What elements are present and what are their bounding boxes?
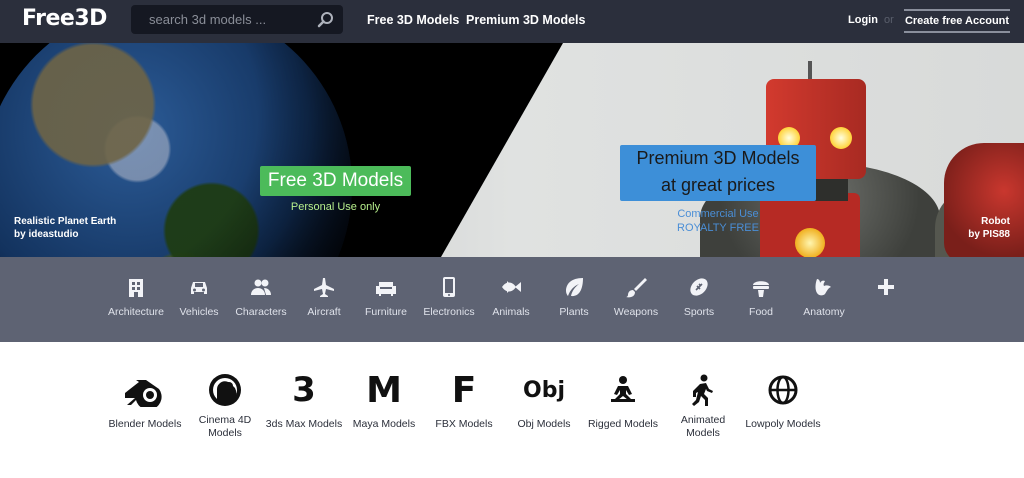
format-label: Rigged Models [587,418,659,430]
3dsmax-icon-glyph: 3 [292,370,316,410]
category-label: Animals [492,306,530,318]
format-label-line2: Models [208,427,242,439]
format-label: 3ds Max Models [265,418,343,430]
category-label: Sports [683,306,715,318]
blender-icon [100,370,190,410]
left-credit-title: Realistic Planet Earth [14,216,117,227]
category-label: Weapons [613,306,659,318]
left-image-credit: Realistic Planet Earth by ideastudio [14,215,116,241]
maya-icon: M [339,369,429,411]
obj-icon-glyph: Obj [523,377,565,403]
3dsmax-icon: 3 [259,370,349,410]
format-label: Cinema 4D Models [180,414,270,440]
nav-premium-3d-models[interactable]: Premium 3D Models [466,13,585,27]
walking-icon [658,370,748,410]
category-electronics[interactable]: Electronics [417,276,481,318]
obj-icon: Obj [499,370,589,410]
format-animated[interactable]: Animated Models [658,370,748,440]
category-label: Characters [235,306,287,318]
category-plants[interactable]: Plants [542,276,606,318]
category-label: Food [749,306,773,318]
anatomy-icon [815,279,831,296]
login-link[interactable]: Login [848,14,878,26]
format-obj[interactable]: Obj Obj Models [499,370,589,431]
premium-subtitle-commercial: Commercial Use [677,208,759,220]
left-credit-author: by ideastudio [14,229,79,240]
format-fbx[interactable]: F FBX Models [419,370,509,431]
car-icon [191,282,207,294]
phone-icon [443,277,455,297]
create-account-button[interactable]: Create free Account [904,9,1010,33]
format-label: Maya Models [352,418,416,430]
nav-free-3d-models[interactable]: Free 3D Models [367,13,459,27]
category-label: Architecture [107,306,165,318]
format-label-line1: Cinema 4D [198,414,252,426]
category-label: Anatomy [803,306,845,318]
format-label: Animated Models [658,414,748,440]
free-models-subtitle: Personal Use only [290,201,381,213]
search-box [131,5,343,34]
category-label: Vehicles [179,306,219,318]
category-weapons[interactable]: Weapons [604,276,668,318]
category-food[interactable]: Food [729,276,793,318]
fbx-icon-glyph: F [451,369,477,411]
category-furniture[interactable]: Furniture [354,276,418,318]
users-icon [251,279,271,295]
format-label-line2: Models [686,427,720,439]
category-label: Electronics [423,306,475,318]
hero-banner: Free 3D Models Personal Use only Premium… [0,43,1024,257]
format-label: Blender Models [108,418,182,430]
or-separator: or [884,14,894,26]
format-3dsmax[interactable]: 3 3ds Max Models [259,370,349,431]
rigged-icon [578,370,668,410]
category-label: Aircraft [307,306,341,318]
free-models-badge[interactable]: Free 3D Models [260,166,411,196]
plane-icon [314,278,334,297]
category-label: Plants [559,306,589,318]
right-credit-title: Robot [981,216,1010,227]
cinema4d-icon [180,370,270,410]
category-bar: Architecture Vehicles Characters Aircraf… [0,257,1024,342]
sofa-icon [376,282,396,296]
maya-icon-glyph: M [366,369,402,411]
category-animals[interactable]: Animals [479,276,543,318]
format-lowpoly[interactable]: Lowpoly Models [738,370,828,431]
right-image-credit: Robot by PIS88 [968,215,1010,241]
building-icon [129,279,143,297]
search-icon[interactable] [317,11,335,29]
right-credit-author: by PIS88 [968,229,1010,240]
globe-icon [738,370,828,410]
format-label: Lowpoly Models [745,418,821,430]
format-blender[interactable]: Blender Models [100,370,190,431]
fish-icon [502,281,521,293]
premium-title-line2: at great prices [660,175,776,195]
premium-subtitle-royalty: ROYALTY FREE [677,222,759,234]
fbx-icon: F [419,369,509,411]
plus-icon [878,279,894,295]
food-icon [753,281,769,297]
search-input[interactable] [131,5,311,34]
category-more[interactable] [854,276,918,298]
brush-icon [626,278,647,298]
category-anatomy[interactable]: Anatomy [792,276,856,318]
category-aircraft[interactable]: Aircraft [292,276,356,318]
top-navbar: Free3D Free 3D Models Premium 3D Models … [0,0,1024,43]
category-architecture[interactable]: Architecture [104,276,168,318]
category-vehicles[interactable]: Vehicles [167,276,231,318]
category-label: Furniture [364,306,407,318]
football-icon [690,278,708,296]
site-logo[interactable]: Free3D [22,6,107,31]
robot-eye-right [830,127,852,149]
format-label-line1: Animated [680,414,726,426]
category-characters[interactable]: Characters [229,276,293,318]
premium-title-line1: Premium 3D Models [636,148,800,168]
format-label: FBX Models [435,418,493,430]
format-maya[interactable]: M Maya Models [339,370,429,431]
category-sports[interactable]: Sports [667,276,731,318]
format-cinema4d[interactable]: Cinema 4D Models [180,370,270,440]
format-rigged[interactable]: Rigged Models [578,370,668,431]
format-label: Obj Models [517,418,571,430]
leaf-icon [566,278,583,297]
premium-models-badge[interactable]: Premium 3D Models at great prices [620,145,816,201]
